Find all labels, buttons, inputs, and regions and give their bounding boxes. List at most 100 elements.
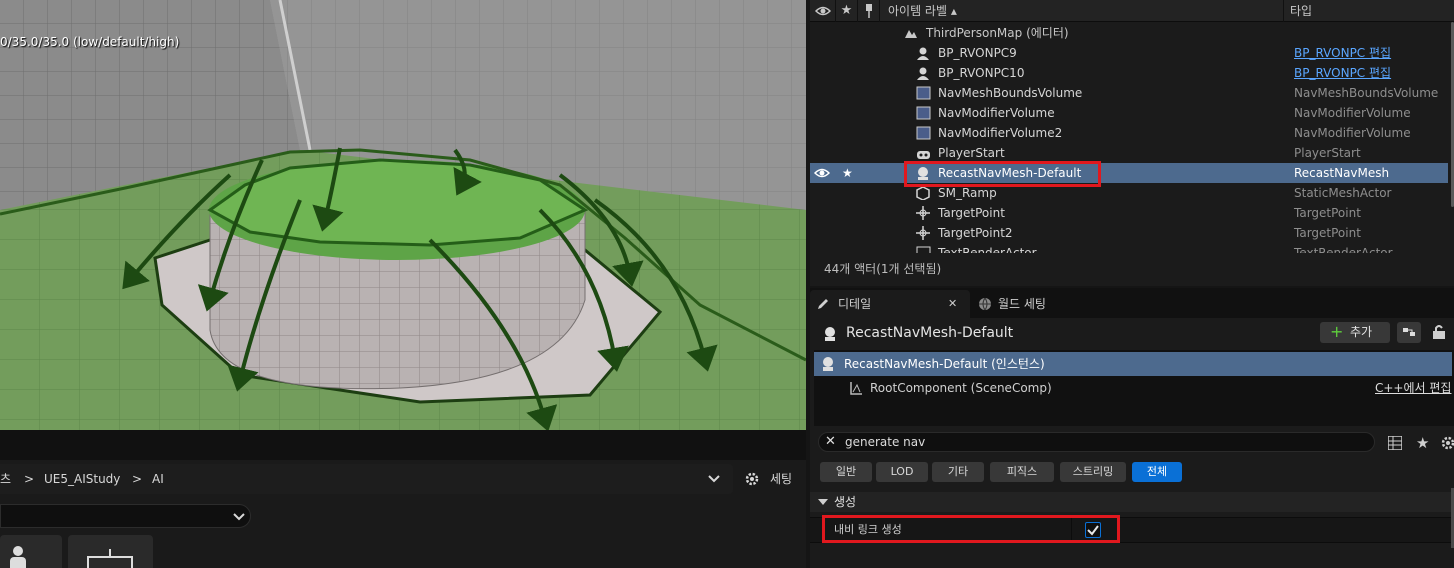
visibility-column[interactable] — [810, 0, 836, 22]
label-column-header[interactable]: 아이템 라벨 ▴ — [880, 0, 1284, 22]
pencil-icon — [818, 299, 828, 309]
actor-type: StaticMeshActor — [1294, 186, 1392, 200]
root-component-row[interactable]: RootComponent (SceneComp) — [870, 378, 1052, 398]
plus-icon: + — [1330, 322, 1344, 341]
actor-label: BP_RVONPC10 — [938, 66, 1025, 80]
outliner-header: ★ 아이템 라벨 ▴ 타입 — [810, 0, 1454, 22]
volume-icon — [916, 126, 931, 140]
volume-icon — [916, 86, 931, 100]
lock-icon[interactable] — [1432, 324, 1446, 340]
favorite-star-icon[interactable]: ★ — [1416, 432, 1429, 454]
component-instance-row[interactable]: RecastNavMesh-Default (인스턴스) — [814, 352, 1452, 376]
search-value: generate nav — [845, 435, 926, 449]
tab-details[interactable]: 디테일 ✕ — [810, 290, 970, 318]
outliner-row[interactable]: TargetPoint TargetPoint — [810, 203, 1448, 223]
outliner-row[interactable]: TextRenderActor TextRenderActor — [810, 243, 1448, 253]
highlight-box-property — [822, 515, 1120, 543]
actor-label: TextRenderActor — [938, 246, 1037, 253]
details-tab-bar: 디테일 ✕ 월드 세팅 — [810, 288, 1454, 318]
pin-column[interactable] — [858, 0, 880, 22]
gear-icon[interactable] — [1440, 435, 1454, 451]
blueprint-button[interactable] — [1397, 322, 1421, 343]
filter-all[interactable]: 전체 — [1132, 462, 1182, 482]
eye-icon — [814, 6, 831, 16]
filter-general[interactable]: 일반 — [820, 462, 872, 482]
actor-type: NavModifierVolume — [1294, 106, 1411, 120]
character-icon — [917, 67, 929, 80]
outliner-row[interactable]: PlayerStart PlayerStart — [810, 143, 1448, 163]
outliner-row[interactable]: NavMeshBoundsVolume NavMeshBoundsVolume — [810, 83, 1448, 103]
viewport-stat-text: 0/35.0/35.0 (low/default/high) — [0, 35, 180, 49]
chevron-down-icon[interactable] — [708, 474, 720, 484]
clear-search-icon[interactable]: ✕ — [825, 433, 836, 451]
blueprint-icon — [1403, 328, 1415, 336]
filter-physics[interactable]: 피직스 — [990, 462, 1054, 482]
breadcrumb-separator: > — [132, 472, 143, 486]
breadcrumb-separator: > — [24, 472, 35, 486]
collapse-arrow-icon — [818, 499, 828, 505]
outliner-row[interactable]: NavModifierVolume2 NavModifierVolume — [810, 123, 1448, 143]
content-browser-path-bar: 츠 > UE5_AIStudy > AI — [0, 464, 733, 494]
outliner-row[interactable]: BP_RVONPC9 BP_RVONPC 편집 — [810, 43, 1448, 63]
actor-type: TextRenderActor — [1294, 246, 1393, 253]
actor-type-link[interactable]: BP_RVONPC 편집 — [1294, 63, 1391, 83]
chevron-down-icon — [233, 513, 245, 521]
scene-component-icon — [850, 382, 862, 395]
filter-streaming[interactable]: 스트리밍 — [1060, 462, 1126, 482]
actor-type: NavModifierVolume — [1294, 126, 1411, 140]
outliner-row[interactable]: NavModifierVolume NavModifierVolume — [810, 103, 1448, 123]
details-panel: 디테일 ✕ 월드 세팅 RecastNavMesh-Default + 추가 R… — [810, 288, 1454, 568]
add-component-button[interactable]: + 추가 — [1320, 322, 1390, 343]
level-viewport[interactable]: 0/35.0/35.0 (low/default/high) — [0, 0, 806, 430]
filter-lod[interactable]: LOD — [876, 462, 928, 482]
edit-in-cpp-link[interactable]: C++에서 편집 — [1375, 378, 1451, 398]
target-point-icon — [916, 226, 930, 240]
pin-icon — [865, 4, 872, 18]
actor-label: PlayerStart — [938, 146, 1005, 160]
actor-type-link[interactable]: BP_RVONPC 편집 — [1294, 43, 1391, 63]
type-column-header[interactable]: 타입 — [1284, 0, 1454, 22]
viewport-scene — [0, 0, 806, 430]
actor-type: NavMeshBoundsVolume — [1294, 86, 1439, 100]
settings-label: 세팅 — [770, 472, 793, 486]
outliner-row[interactable]: TargetPoint2 TargetPoint — [810, 223, 1448, 243]
filter-misc[interactable]: 기타 — [932, 462, 984, 482]
map-icon — [905, 30, 917, 38]
eye-icon[interactable] — [814, 165, 830, 181]
character-icon — [917, 47, 929, 60]
text-render-icon — [916, 246, 931, 253]
table-view-icon[interactable] — [1388, 436, 1402, 450]
target-point-icon — [916, 206, 930, 220]
star-column-icon[interactable]: ★ — [836, 0, 858, 22]
outliner-map-row[interactable]: ThirdPersonMap (에디터) — [810, 23, 1448, 43]
map-label: ThirdPersonMap (에디터) — [926, 26, 1069, 40]
tab-world-settings[interactable]: 월드 세팅 — [974, 290, 1084, 318]
add-component-label: 추가 — [1350, 325, 1373, 339]
tab-world-settings-label: 월드 세팅 — [998, 297, 1046, 311]
actor-label: NavModifierVolume2 — [938, 126, 1063, 140]
star-icon[interactable]: ★ — [842, 163, 853, 183]
asset-tile-blueprint[interactable] — [68, 535, 153, 568]
outliner-status-text: 44개 액터(1개 선택됨) — [824, 262, 942, 276]
actor-label: TargetPoint2 — [938, 226, 1013, 240]
actor-label: NavMeshBoundsVolume — [938, 86, 1083, 100]
breadcrumb-ai[interactable]: AI — [152, 464, 164, 494]
content-browser-filter-dropdown[interactable] — [0, 504, 251, 528]
breadcrumb-root[interactable]: 츠 — [0, 464, 11, 494]
category-label: 생성 — [834, 495, 857, 509]
actor-type: PlayerStart — [1294, 146, 1361, 160]
breadcrumb-project[interactable]: UE5_AIStudy — [44, 464, 120, 494]
actor-label: TargetPoint — [938, 206, 1005, 220]
gear-icon — [745, 472, 759, 486]
character-thumbnail-icon — [10, 546, 26, 568]
actor-label: BP_RVONPC9 — [938, 46, 1017, 60]
highlight-box-selected-actor — [904, 161, 1101, 187]
category-header[interactable]: 생성 — [810, 492, 1454, 512]
asset-tile-character[interactable] — [0, 535, 62, 568]
actor-type: RecastNavMesh — [1294, 166, 1390, 180]
outliner-row[interactable]: BP_RVONPC10 BP_RVONPC 편집 — [810, 63, 1448, 83]
details-search-input[interactable]: ✕ generate nav — [818, 432, 1375, 452]
tab-close-icon[interactable]: ✕ — [948, 290, 957, 318]
details-actor-title: RecastNavMesh-Default — [846, 325, 1014, 341]
actor-icon — [825, 327, 835, 341]
